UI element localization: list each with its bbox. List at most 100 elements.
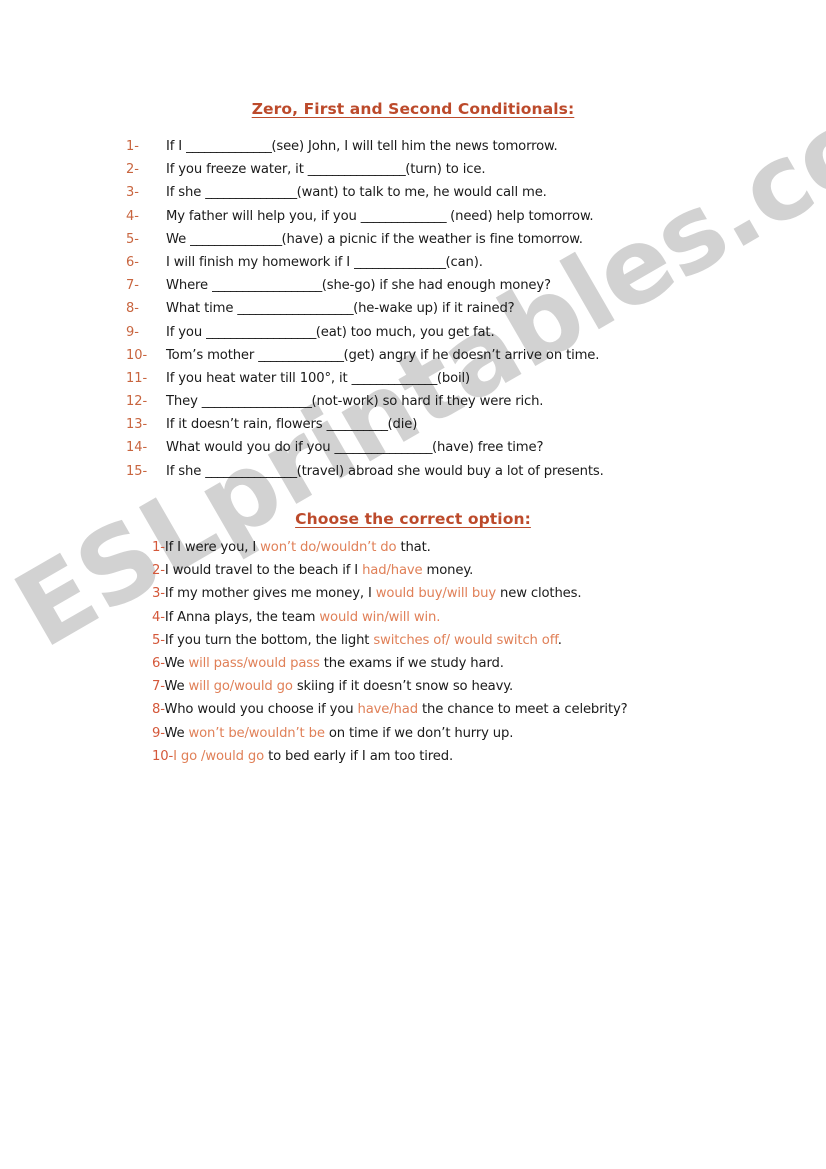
fill-in-row-text: Where __________________(she-go) if she … — [166, 278, 551, 293]
sentence-suffix: (boil) — [436, 370, 471, 386]
choice-options[interactable]: had/have — [362, 563, 423, 578]
sentence-suffix: (see) John, I will tell him the news tom… — [271, 139, 558, 154]
choice-options[interactable]: would win/will win. — [319, 610, 440, 625]
fill-in-row-number: 6- — [126, 254, 139, 270]
answer-blank[interactable]: ________________ — [335, 440, 433, 455]
answer-blank[interactable]: _______________ — [205, 185, 297, 200]
fill-in-row: 10- Tom’s mother ______________(get) angr… — [126, 348, 786, 371]
choice-row-number: 1- — [152, 540, 165, 555]
answer-blank[interactable]: ______________ — [361, 209, 447, 224]
fill-in-row: 8- What time ___________________(he-wake … — [126, 301, 786, 324]
choice-options[interactable]: would buy/will buy — [376, 586, 496, 601]
fill-in-row-number: 13- — [126, 417, 148, 433]
answer-blank[interactable]: __________________ — [206, 325, 316, 340]
worksheet-content: Zero, First and Second Conditionals: 1- I… — [0, 0, 826, 1169]
sentence-prefix: We — [166, 231, 191, 247]
fill-in-row-text: If you __________________(eat) too much,… — [166, 325, 495, 340]
sentence-prefix: Where — [166, 278, 213, 294]
sentence-suffix: (get) angry if he doesn’t arrive on time… — [343, 347, 600, 363]
choice-sentence-suffix: the chance to meet a celebrity? — [417, 702, 628, 718]
fill-in-row-number: 4- — [126, 208, 139, 224]
fill-in-row: 2- If you freeze water, it ______________… — [126, 162, 786, 185]
answer-blank[interactable]: __________ — [327, 417, 388, 432]
answer-blank[interactable]: _______________ — [354, 255, 446, 270]
sentence-prefix: Tom’s mother — [166, 347, 259, 363]
choice-row-number: 4- — [152, 609, 165, 625]
answer-blank[interactable]: _______________ — [205, 464, 297, 479]
sentence-suffix: (he-wake up) if it rained? — [353, 301, 515, 317]
choice-row: 8-Who would you choose if you have/had t… — [152, 702, 812, 725]
fill-in-row: 7- Where __________________(she-go) if sh… — [126, 278, 786, 301]
fill-in-row-number: 3- — [126, 185, 139, 201]
sentence-suffix: (she-go) if she had enough money? — [321, 278, 551, 294]
fill-in-row-number: 11- — [126, 370, 148, 386]
choice-options[interactable]: switches of/ would switch off — [373, 633, 558, 648]
fill-in-row: 15- If she _______________(travel) abroad… — [126, 464, 786, 487]
fill-in-row-text: If you heat water till 100°, it ________… — [166, 371, 470, 386]
choice-options[interactable]: won’t do/wouldn’t do — [260, 540, 396, 555]
fill-in-row-text: If she _______________(travel) abroad sh… — [166, 464, 604, 479]
choice-options[interactable]: will pass/would pass — [188, 656, 319, 671]
fill-in-row-number: 10- — [126, 347, 148, 363]
choice-sentence-prefix: If my mother gives me money, I — [164, 586, 376, 602]
fill-in-row: 9- If you __________________(eat) too muc… — [126, 325, 786, 348]
fill-in-row-number: 1- — [126, 139, 139, 154]
choice-row-number: 8- — [152, 702, 165, 718]
choice-row-number: 9- — [152, 725, 165, 741]
sentence-prefix: If she — [166, 185, 206, 201]
fill-in-row-text: If I ______________(see) John, I will te… — [166, 139, 558, 154]
sentence-suffix: (die) — [387, 417, 418, 433]
answer-blank[interactable]: ________________ — [308, 162, 406, 177]
sentence-prefix: If it doesn’t rain, flowers — [166, 417, 327, 433]
choice-row: 7-We will go/would go skiing if it doesn… — [152, 679, 812, 702]
fill-in-row-text: We _______________(have) a picnic if the… — [166, 232, 583, 247]
fill-in-row-text: They __________________(not-work) so har… — [166, 394, 544, 410]
answer-blank[interactable]: ___________________ — [237, 301, 353, 316]
choice-sentence-suffix: skiing if it doesn’t snow so heavy. — [292, 679, 514, 695]
sentence-prefix: If she — [166, 463, 206, 479]
fill-in-row-number: 12- — [126, 394, 148, 410]
sentence-prefix: They — [166, 394, 202, 410]
fill-in-row-text: Tom’s mother ______________(get) angry i… — [166, 348, 599, 363]
answer-blank[interactable]: ______________ — [186, 139, 272, 154]
choice-sentence-suffix: . — [557, 632, 562, 648]
choice-row-number: 3- — [152, 586, 165, 602]
fill-in-row: 12- They __________________(not-work) so … — [126, 394, 786, 417]
answer-blank[interactable]: ______________ — [258, 348, 344, 363]
sentence-prefix: If I — [166, 139, 187, 154]
choice-row-number: 6- — [152, 655, 165, 671]
choice-options[interactable]: I go /would go — [173, 749, 264, 764]
answer-blank[interactable]: __________________ — [202, 394, 312, 409]
answer-blank[interactable]: __________________ — [212, 278, 322, 293]
fill-in-row: 14- What would you do if you ____________… — [126, 440, 786, 463]
choice-row-number: 2- — [152, 563, 165, 579]
choice-sentence-suffix: on time if we don’t hurry up. — [324, 725, 514, 741]
answer-blank[interactable]: _______________ — [190, 232, 282, 247]
choose-correct-option-list: 1-If I were you, I won’t do/wouldn’t do … — [152, 540, 812, 772]
choice-row: 6-We will pass/would pass the exams if w… — [152, 656, 812, 679]
answer-blank[interactable]: ______________ — [352, 371, 438, 386]
fill-in-row-number: 5- — [126, 231, 139, 247]
choice-sentence-suffix: that. — [396, 540, 431, 555]
sentence-prefix: If you freeze water, it — [166, 162, 308, 178]
choice-sentence-prefix: We — [164, 725, 189, 741]
fill-in-row-text: If it doesn’t rain, flowers __________(d… — [166, 417, 417, 432]
choice-sentence-prefix: Who would you choose if you — [164, 702, 358, 718]
choice-options[interactable]: will go/would go — [188, 679, 292, 694]
choice-sentence-suffix: new clothes. — [496, 586, 582, 602]
choice-options[interactable]: have/had — [358, 702, 419, 717]
choice-options[interactable]: won’t be/wouldn’t be — [188, 726, 324, 741]
worksheet-page: ESLprintables.com Zero, First and Second… — [0, 0, 826, 1169]
sentence-suffix: (turn) to ice. — [405, 162, 486, 178]
choice-row-number: 5- — [152, 632, 165, 648]
sentence-suffix: (travel) abroad she would buy a lot of p… — [296, 463, 604, 479]
sentence-suffix: (can). — [445, 254, 483, 270]
sentence-prefix: What would you do if you — [166, 440, 335, 456]
choice-sentence-prefix: If I were you, I — [164, 540, 261, 555]
fill-in-row-number: 7- — [126, 278, 139, 294]
fill-in-row: 1- If I ______________(see) John, I will … — [126, 139, 786, 162]
choice-row: 2-I would travel to the beach if I had/h… — [152, 563, 812, 586]
sentence-suffix: (want) to talk to me, he would call me. — [296, 185, 547, 201]
choice-row: 1-If I were you, I won’t do/wouldn’t do … — [152, 540, 812, 563]
fill-in-row-number: 14- — [126, 440, 148, 456]
